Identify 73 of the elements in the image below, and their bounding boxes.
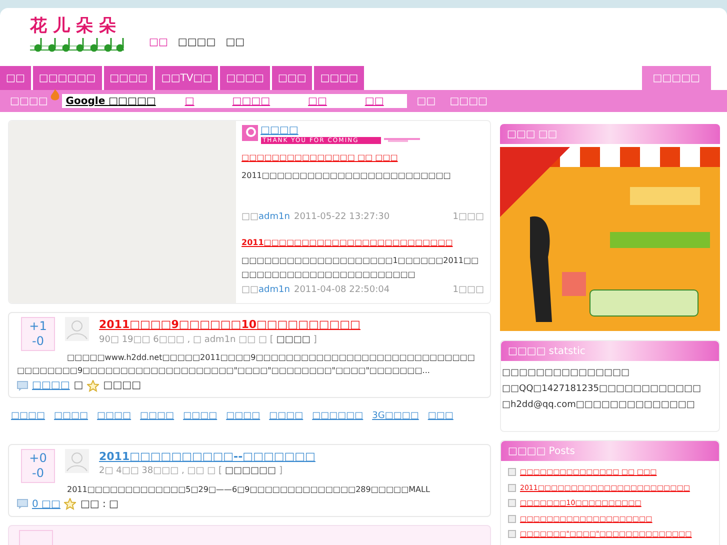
tag-link[interactable]: □□□□ bbox=[140, 410, 174, 424]
google-search-link[interactable]: Google □□□□□ bbox=[66, 94, 156, 108]
widget-title: □□□□ bbox=[508, 344, 546, 358]
post-title-link[interactable]: 2011□□□□9□□□□□□10□□□□□□□□□□ bbox=[99, 317, 360, 334]
bracket-text: ] bbox=[279, 465, 283, 478]
byline-label: □□ bbox=[242, 211, 259, 224]
subnav-link[interactable]: □□□□ bbox=[450, 94, 488, 108]
widget-title: □□□ bbox=[507, 128, 536, 142]
byline-label: □□ bbox=[242, 284, 259, 296]
search-label: □□□□ bbox=[10, 94, 48, 108]
comment-count: 1□□□ bbox=[452, 284, 484, 296]
logo-title: 花儿朵朵 bbox=[30, 16, 123, 36]
stats-text: □h2dd@qq.com□□□□□□□□□□□□□□ bbox=[502, 399, 696, 412]
header-link[interactable]: □□ bbox=[149, 35, 168, 50]
post-excerpt: □□□□□□□□□□□□□□□□□□□□1□□□□□□2011□□□□□□□□□□□□□□□□□□□□□□□□□ bbox=[242, 254, 480, 280]
author-link[interactable]: adm1n bbox=[258, 211, 290, 224]
nav-tab[interactable]: □□TV□□ bbox=[155, 66, 218, 90]
nav-tab[interactable]: □□□□ bbox=[314, 66, 364, 90]
downvote-count: -0 bbox=[32, 334, 44, 349]
nav-tab[interactable]: □□□□□□ bbox=[32, 66, 102, 90]
nav-tab[interactable]: □□□□□ bbox=[642, 66, 711, 90]
favorite-label: □□□□ bbox=[103, 379, 142, 393]
search-field[interactable]: Google □□□□□ □ □□□□ □□ □□ bbox=[62, 94, 407, 108]
post-title-link[interactable]: 2011□□□□□□□□□□□□□□□□□□□□□□□□□ bbox=[242, 236, 484, 248]
tag-link[interactable]: □□□□ bbox=[97, 410, 132, 424]
header-link[interactable]: □□□□ bbox=[178, 35, 216, 50]
post-title-link[interactable]: □□□□□□□□□□□□□□□ □□ □□□ bbox=[242, 152, 484, 164]
upvote-count: +0 bbox=[29, 450, 47, 466]
nav-tab[interactable]: □□□□ bbox=[104, 66, 154, 90]
post-excerpt: 2011□□□□□□□□□□□□□5□29□——6□9□□□□□□□□□□□□□□289□□□□□MALL bbox=[66, 484, 431, 496]
post-date: 2011-04-08 22:50:04 bbox=[294, 284, 390, 296]
subnav-link[interactable]: □□ bbox=[416, 94, 436, 108]
post-meta: 2□ 4□□ 38□□□ , □□ □ [ bbox=[99, 465, 222, 478]
comments-link[interactable]: 0 □□ bbox=[32, 496, 60, 512]
nav-tab[interactable]: □□□□ bbox=[220, 66, 270, 90]
separator-text: □ bbox=[74, 379, 84, 393]
widget-subtitle: Posts bbox=[548, 444, 575, 458]
widget-subtitle: □□ bbox=[538, 128, 558, 142]
bracket-text: ] bbox=[313, 334, 317, 346]
logo[interactable]: 花儿朵朵 bbox=[30, 16, 125, 58]
post-excerpt: 2011□□□□□□□□□□□□□□□□□□□□□□□□□ bbox=[242, 170, 452, 182]
author-link[interactable]: adm1n bbox=[258, 284, 290, 297]
tag-link[interactable]: □□□□ bbox=[226, 410, 260, 424]
tag-link[interactable]: □□□□ bbox=[183, 410, 218, 424]
post-title-link[interactable]: 2011□□□□□□□□□□--□□□□□□□ bbox=[99, 448, 316, 465]
post-date: 2011-05-22 13:27:30 bbox=[294, 211, 390, 224]
upvote-count: +1 bbox=[29, 319, 47, 334]
category-link[interactable]: □□□□ bbox=[276, 334, 310, 347]
header-link[interactable]: □□ bbox=[226, 35, 245, 50]
comments-link[interactable]: □□□□ bbox=[32, 378, 70, 393]
tag-link[interactable]: □□□ bbox=[428, 410, 454, 424]
tag-link[interactable]: □□□□ bbox=[269, 410, 304, 424]
stats-text: □□□□□□□□□□□□□□□ bbox=[502, 367, 631, 380]
tag-link[interactable]: 3G□□□□ bbox=[372, 410, 419, 424]
stats-text: □□QQ□1427181235□□□□□□□□□□□□ bbox=[502, 383, 702, 396]
featured-heading[interactable]: □□□□ bbox=[260, 125, 381, 137]
downvote-count: -0 bbox=[32, 466, 44, 480]
widget-subtitle: statstic bbox=[548, 344, 586, 358]
search-option-link[interactable]: □□ bbox=[364, 94, 384, 108]
widget-title: □□□□ bbox=[508, 444, 546, 458]
tag-link[interactable]: □□□□ bbox=[11, 410, 46, 424]
post-excerpt: □□□□□www.h2dd.net□□□□□2011□□□□9□□□□□□□□□□□□□□□□□□□□□□□□□□□□□□□□□□□□□9□□□□□□□□□□□□□□□□□□□□"□□□□"□□□□□□□□"□□□□"□□□□□□□... bbox=[17, 352, 476, 377]
tag-link[interactable]: □□□□□□ bbox=[312, 410, 364, 424]
search-option-link[interactable]: □□ bbox=[308, 94, 327, 108]
comment-count: 1□□□ bbox=[452, 211, 484, 224]
favorite-label: □□ : □ bbox=[80, 498, 119, 512]
nav-tab[interactable]: □□□ bbox=[272, 66, 312, 90]
search-option-link[interactable]: □□□□ bbox=[232, 94, 270, 108]
post-meta: 90□ 19□□ 6□□□ , □ adm1n □□ □ [ bbox=[99, 334, 274, 346]
category-link[interactable]: □□□□□□ bbox=[224, 465, 276, 478]
tag-link[interactable]: □□□□ bbox=[54, 410, 88, 424]
search-option-link[interactable]: □ bbox=[184, 94, 194, 108]
nav-tab[interactable]: □□ bbox=[0, 66, 31, 90]
